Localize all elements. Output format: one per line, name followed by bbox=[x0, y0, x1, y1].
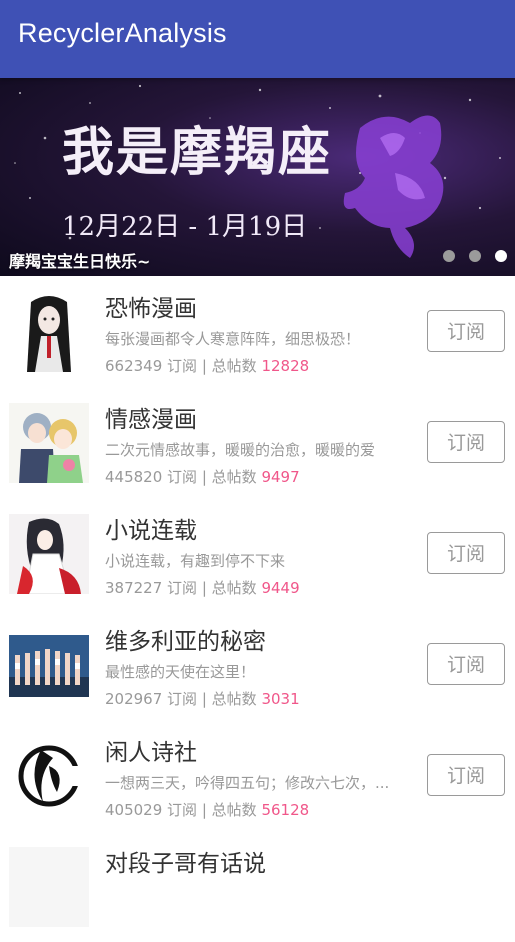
list-item[interactable]: 情感漫画 二次元情感故事，暖暖的治愈，暖暖的爱 445820 订阅 | 总帖数 … bbox=[0, 387, 515, 498]
item-title: 小说连载 bbox=[105, 518, 197, 544]
subscriber-label: 订阅 bbox=[167, 579, 198, 597]
subscriber-count: 662349 bbox=[105, 357, 163, 375]
list-item[interactable]: 维多利亚的秘密 最性感的天使在这里！ 202967 订阅 | 总帖数 3031 … bbox=[0, 609, 515, 720]
item-stats: 662349 订阅 | 总帖数 12828 bbox=[105, 357, 310, 375]
item-description: 最性感的天使在这里！ bbox=[105, 663, 256, 681]
item-stats: 445820 订阅 | 总帖数 9497 bbox=[105, 468, 300, 486]
subscribe-button[interactable]: 订阅 bbox=[427, 532, 505, 574]
app-title: RecyclerAnalysis bbox=[18, 18, 227, 48]
item-title: 对段子哥有话说 bbox=[105, 851, 266, 877]
banner-caption: 摩羯宝宝生日快乐~ bbox=[9, 252, 151, 271]
banner-headline: 我是摩羯座 bbox=[62, 122, 332, 183]
post-count: 3031 bbox=[261, 690, 300, 708]
subscriber-label: 订阅 bbox=[167, 801, 198, 819]
item-title: 维多利亚的秘密 bbox=[105, 629, 266, 655]
subscribe-button[interactable]: 订阅 bbox=[427, 754, 505, 796]
carousel-indicator bbox=[443, 250, 507, 262]
item-title: 闲人诗社 bbox=[105, 740, 197, 766]
post-count: 56128 bbox=[261, 801, 310, 819]
posts-label: 总帖数 bbox=[211, 801, 257, 819]
item-thumbnail bbox=[9, 514, 89, 594]
indicator-dot-active[interactable] bbox=[495, 250, 507, 262]
subscribe-button[interactable]: 订阅 bbox=[427, 421, 505, 463]
posts-label: 总帖数 bbox=[211, 690, 257, 708]
subscriber-label: 订阅 bbox=[167, 690, 198, 708]
subscriber-label: 订阅 bbox=[167, 468, 198, 486]
banner-image: 我是摩羯座 12月22日 - 1月19日 bbox=[14, 84, 501, 258]
app-bar: RecyclerAnalysis bbox=[0, 0, 515, 78]
posts-label: 总帖数 bbox=[211, 468, 257, 486]
item-description: 一想两三天，吟得四五句；修改六七次，... bbox=[105, 774, 390, 792]
subscriber-count: 405029 bbox=[105, 801, 163, 819]
item-title: 恐怖漫画 bbox=[105, 296, 197, 322]
item-description: 小说连载，有趣到停不下来 bbox=[105, 552, 286, 570]
item-stats: 405029 订阅 | 总帖数 56128 bbox=[105, 801, 310, 819]
post-count: 9497 bbox=[261, 468, 300, 486]
post-count: 12828 bbox=[261, 357, 310, 375]
item-thumbnail bbox=[9, 625, 89, 705]
subscriber-count: 387227 bbox=[105, 579, 163, 597]
banner-carousel[interactable]: 我是摩羯座 12月22日 - 1月19日 摩羯宝宝生日快乐~ bbox=[0, 78, 515, 276]
item-thumbnail bbox=[9, 736, 89, 816]
item-thumbnail bbox=[9, 292, 89, 372]
indicator-dot[interactable] bbox=[443, 250, 455, 262]
item-thumbnail bbox=[9, 847, 89, 927]
list-item[interactable]: 闲人诗社 一想两三天，吟得四五句；修改六七次，... 405029 订阅 | 总… bbox=[0, 720, 515, 831]
list-item[interactable]: 恐怖漫画 每张漫画都令人寒意阵阵，细思极恐！ 662349 订阅 | 总帖数 1… bbox=[0, 276, 515, 387]
channel-list: 恐怖漫画 每张漫画都令人寒意阵阵，细思极恐！ 662349 订阅 | 总帖数 1… bbox=[0, 276, 515, 942]
posts-label: 总帖数 bbox=[211, 357, 257, 375]
item-title: 情感漫画 bbox=[105, 407, 197, 433]
subscribe-button[interactable]: 订阅 bbox=[427, 310, 505, 352]
list-item[interactable]: 对段子哥有话说 bbox=[0, 831, 515, 942]
item-thumbnail bbox=[9, 403, 89, 483]
subscribe-button[interactable]: 订阅 bbox=[427, 643, 505, 685]
subscriber-count: 445820 bbox=[105, 468, 163, 486]
item-description: 每张漫画都令人寒意阵阵，细思极恐！ bbox=[105, 330, 361, 348]
subscriber-count: 202967 bbox=[105, 690, 163, 708]
post-count: 9449 bbox=[261, 579, 300, 597]
indicator-dot[interactable] bbox=[469, 250, 481, 262]
banner-dates: 12月22日 - 1月19日 bbox=[62, 212, 307, 242]
item-stats: 387227 订阅 | 总帖数 9449 bbox=[105, 579, 300, 597]
item-description: 二次元情感故事，暖暖的治愈，暖暖的爱 bbox=[105, 441, 376, 459]
subscriber-label: 订阅 bbox=[167, 357, 198, 375]
posts-label: 总帖数 bbox=[211, 579, 257, 597]
list-item[interactable]: 小说连载 小说连载，有趣到停不下来 387227 订阅 | 总帖数 9449 订… bbox=[0, 498, 515, 609]
item-stats: 202967 订阅 | 总帖数 3031 bbox=[105, 690, 300, 708]
